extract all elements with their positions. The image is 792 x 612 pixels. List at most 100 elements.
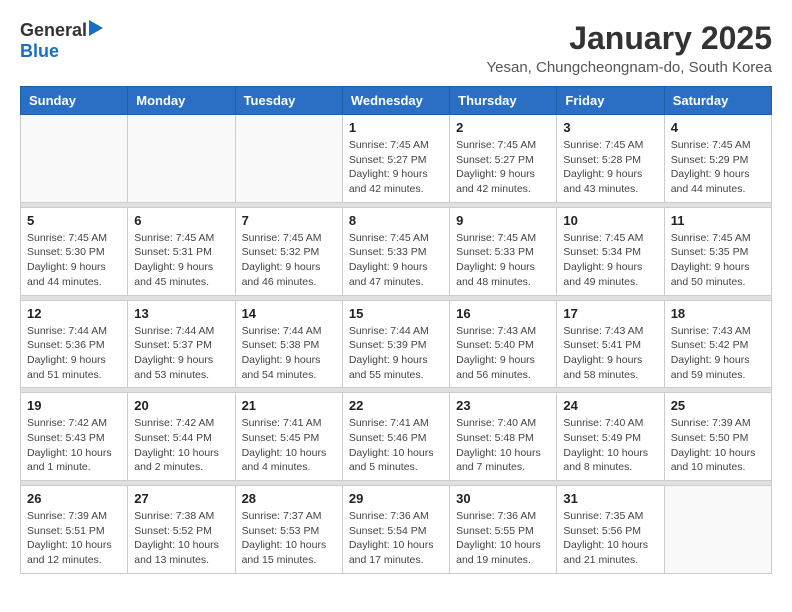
calendar-cell: 16Sunrise: 7:43 AM Sunset: 5:40 PM Dayli… [450, 300, 557, 388]
day-info: Sunrise: 7:43 AM Sunset: 5:40 PM Dayligh… [456, 324, 550, 383]
day-number: 5 [27, 213, 121, 228]
day-info: Sunrise: 7:45 AM Sunset: 5:33 PM Dayligh… [349, 231, 443, 290]
day-number: 18 [671, 306, 765, 321]
day-info: Sunrise: 7:41 AM Sunset: 5:45 PM Dayligh… [242, 416, 336, 475]
calendar-cell: 26 Sunrise: 7:39 AM Sunset: 5:51 PM Dayli… [21, 486, 128, 574]
day-info: Sunrise: 7:43 AM Sunset: 5:41 PM Dayligh… [563, 324, 657, 383]
day-info: Sunrise: 7:39 AM Sunset: 5:51 PM Dayligh… [27, 509, 121, 568]
week-row-4: 19 Sunrise: 7:42 AM Sunset: 5:43 PM Dayli… [21, 393, 772, 481]
day-number: 28 [242, 491, 336, 506]
calendar-cell: 8Sunrise: 7:45 AM Sunset: 5:33 PM Daylig… [342, 207, 449, 295]
title-area: January 2025 Yesan, Chungcheongnam-do, S… [487, 20, 773, 76]
day-number: 19 [27, 398, 121, 413]
month-title: January 2025 [487, 20, 773, 57]
calendar-cell [128, 115, 235, 203]
day-info: Sunrise: 7:44 AM Sunset: 5:39 PM Dayligh… [349, 324, 443, 383]
day-info: Sunrise: 7:40 AM Sunset: 5:49 PM Dayligh… [563, 416, 657, 475]
day-number: 20 [134, 398, 228, 413]
day-number: 3 [563, 120, 657, 135]
day-info: Sunrise: 7:36 AM Sunset: 5:54 PM Dayligh… [349, 509, 443, 568]
week-row-5: 26 Sunrise: 7:39 AM Sunset: 5:51 PM Dayli… [21, 486, 772, 574]
day-info: Sunrise: 7:45 AM Sunset: 5:35 PM Dayligh… [671, 231, 765, 290]
day-number: 14 [242, 306, 336, 321]
day-number: 30 [456, 491, 550, 506]
day-number: 23 [456, 398, 550, 413]
day-info: Sunrise: 7:41 AM Sunset: 5:46 PM Dayligh… [349, 416, 443, 475]
calendar-cell: 13Sunrise: 7:44 AM Sunset: 5:37 PM Dayli… [128, 300, 235, 388]
calendar-cell: 11 Sunrise: 7:45 AM Sunset: 5:35 PM Dayli… [664, 207, 771, 295]
day-number: 7 [242, 213, 336, 228]
day-number: 25 [671, 398, 765, 413]
calendar-cell: 19 Sunrise: 7:42 AM Sunset: 5:43 PM Dayli… [21, 393, 128, 481]
day-info: Sunrise: 7:44 AM Sunset: 5:36 PM Dayligh… [27, 324, 121, 383]
day-number: 24 [563, 398, 657, 413]
calendar-cell: 12Sunrise: 7:44 AM Sunset: 5:36 PM Dayli… [21, 300, 128, 388]
day-info: Sunrise: 7:44 AM Sunset: 5:38 PM Dayligh… [242, 324, 336, 383]
calendar-cell [235, 115, 342, 203]
calendar-cell [21, 115, 128, 203]
calendar-cell: 7 Sunrise: 7:45 AM Sunset: 5:32 PM Daylig… [235, 207, 342, 295]
weekday-header-wednesday: Wednesday [342, 87, 449, 115]
week-row-1: 1Sunrise: 7:45 AM Sunset: 5:27 PM Daylig… [21, 115, 772, 203]
week-row-2: 5 Sunrise: 7:45 AM Sunset: 5:30 PM Daylig… [21, 207, 772, 295]
location-text: Yesan, Chungcheongnam-do, South Korea [487, 59, 773, 76]
weekday-header-sunday: Sunday [21, 87, 128, 115]
calendar-table: SundayMondayTuesdayWednesdayThursdayFrid… [20, 86, 772, 574]
day-info: Sunrise: 7:45 AM Sunset: 5:28 PM Dayligh… [563, 138, 657, 197]
day-number: 22 [349, 398, 443, 413]
day-info: Sunrise: 7:45 AM Sunset: 5:33 PM Dayligh… [456, 231, 550, 290]
day-number: 4 [671, 120, 765, 135]
calendar-cell: 9 Sunrise: 7:45 AM Sunset: 5:33 PM Daylig… [450, 207, 557, 295]
weekday-header-monday: Monday [128, 87, 235, 115]
calendar-cell: 14 Sunrise: 7:44 AM Sunset: 5:38 PM Dayli… [235, 300, 342, 388]
page-header: General Blue January 2025 Yesan, Chungch… [20, 20, 772, 76]
day-number: 31 [563, 491, 657, 506]
calendar-cell: 2 Sunrise: 7:45 AM Sunset: 5:27 PM Daylig… [450, 115, 557, 203]
calendar-cell [664, 486, 771, 574]
logo-blue-text: Blue [20, 41, 59, 61]
weekday-header-friday: Friday [557, 87, 664, 115]
weekday-header-tuesday: Tuesday [235, 87, 342, 115]
day-info: Sunrise: 7:45 AM Sunset: 5:32 PM Dayligh… [242, 231, 336, 290]
day-number: 15 [349, 306, 443, 321]
logo-arrow-icon [89, 20, 103, 41]
day-info: Sunrise: 7:42 AM Sunset: 5:44 PM Dayligh… [134, 416, 228, 475]
day-number: 11 [671, 213, 765, 228]
calendar-cell: 5 Sunrise: 7:45 AM Sunset: 5:30 PM Daylig… [21, 207, 128, 295]
calendar-cell: 20 Sunrise: 7:42 AM Sunset: 5:44 PM Dayli… [128, 393, 235, 481]
day-info: Sunrise: 7:43 AM Sunset: 5:42 PM Dayligh… [671, 324, 765, 383]
calendar-cell: 27Sunrise: 7:38 AM Sunset: 5:52 PM Dayli… [128, 486, 235, 574]
day-info: Sunrise: 7:45 AM Sunset: 5:34 PM Dayligh… [563, 231, 657, 290]
day-info: Sunrise: 7:45 AM Sunset: 5:27 PM Dayligh… [349, 138, 443, 197]
day-info: Sunrise: 7:44 AM Sunset: 5:37 PM Dayligh… [134, 324, 228, 383]
day-info: Sunrise: 7:37 AM Sunset: 5:53 PM Dayligh… [242, 509, 336, 568]
weekday-header-saturday: Saturday [664, 87, 771, 115]
calendar-cell: 31 Sunrise: 7:35 AM Sunset: 5:56 PM Dayli… [557, 486, 664, 574]
day-number: 26 [27, 491, 121, 506]
logo: General Blue [20, 20, 103, 62]
day-number: 6 [134, 213, 228, 228]
day-number: 21 [242, 398, 336, 413]
calendar-cell: 21 Sunrise: 7:41 AM Sunset: 5:45 PM Dayli… [235, 393, 342, 481]
calendar-cell: 25 Sunrise: 7:39 AM Sunset: 5:50 PM Dayli… [664, 393, 771, 481]
day-number: 2 [456, 120, 550, 135]
day-info: Sunrise: 7:36 AM Sunset: 5:55 PM Dayligh… [456, 509, 550, 568]
day-info: Sunrise: 7:35 AM Sunset: 5:56 PM Dayligh… [563, 509, 657, 568]
day-number: 29 [349, 491, 443, 506]
day-info: Sunrise: 7:42 AM Sunset: 5:43 PM Dayligh… [27, 416, 121, 475]
week-row-3: 12Sunrise: 7:44 AM Sunset: 5:36 PM Dayli… [21, 300, 772, 388]
calendar-cell: 6 Sunrise: 7:45 AM Sunset: 5:31 PM Daylig… [128, 207, 235, 295]
day-info: Sunrise: 7:45 AM Sunset: 5:30 PM Dayligh… [27, 231, 121, 290]
day-info: Sunrise: 7:45 AM Sunset: 5:29 PM Dayligh… [671, 138, 765, 197]
day-info: Sunrise: 7:45 AM Sunset: 5:31 PM Dayligh… [134, 231, 228, 290]
day-number: 27 [134, 491, 228, 506]
day-info: Sunrise: 7:45 AM Sunset: 5:27 PM Dayligh… [456, 138, 550, 197]
day-info: Sunrise: 7:39 AM Sunset: 5:50 PM Dayligh… [671, 416, 765, 475]
calendar-cell: 23Sunrise: 7:40 AM Sunset: 5:48 PM Dayli… [450, 393, 557, 481]
calendar-cell: 29 Sunrise: 7:36 AM Sunset: 5:54 PM Dayli… [342, 486, 449, 574]
calendar-cell: 17Sunrise: 7:43 AM Sunset: 5:41 PM Dayli… [557, 300, 664, 388]
day-number: 9 [456, 213, 550, 228]
calendar-cell: 28 Sunrise: 7:37 AM Sunset: 5:53 PM Dayli… [235, 486, 342, 574]
calendar-cell: 22 Sunrise: 7:41 AM Sunset: 5:46 PM Dayli… [342, 393, 449, 481]
weekday-header-row: SundayMondayTuesdayWednesdayThursdayFrid… [21, 87, 772, 115]
